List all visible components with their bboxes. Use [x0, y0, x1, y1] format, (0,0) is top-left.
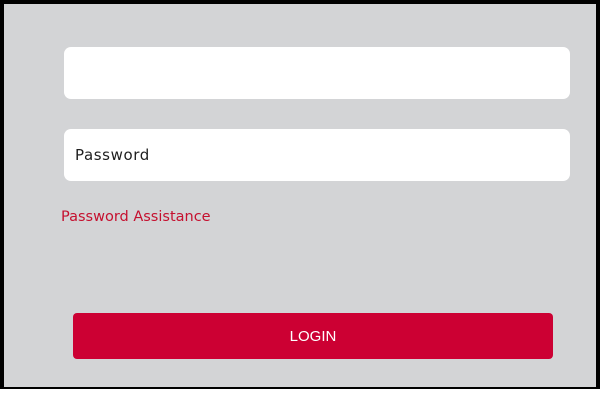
username-field[interactable]	[64, 47, 570, 99]
password-assistance-link[interactable]: Password Assistance	[61, 209, 211, 225]
password-field[interactable]	[64, 129, 570, 181]
login-button[interactable]: LOGIN	[73, 313, 553, 359]
